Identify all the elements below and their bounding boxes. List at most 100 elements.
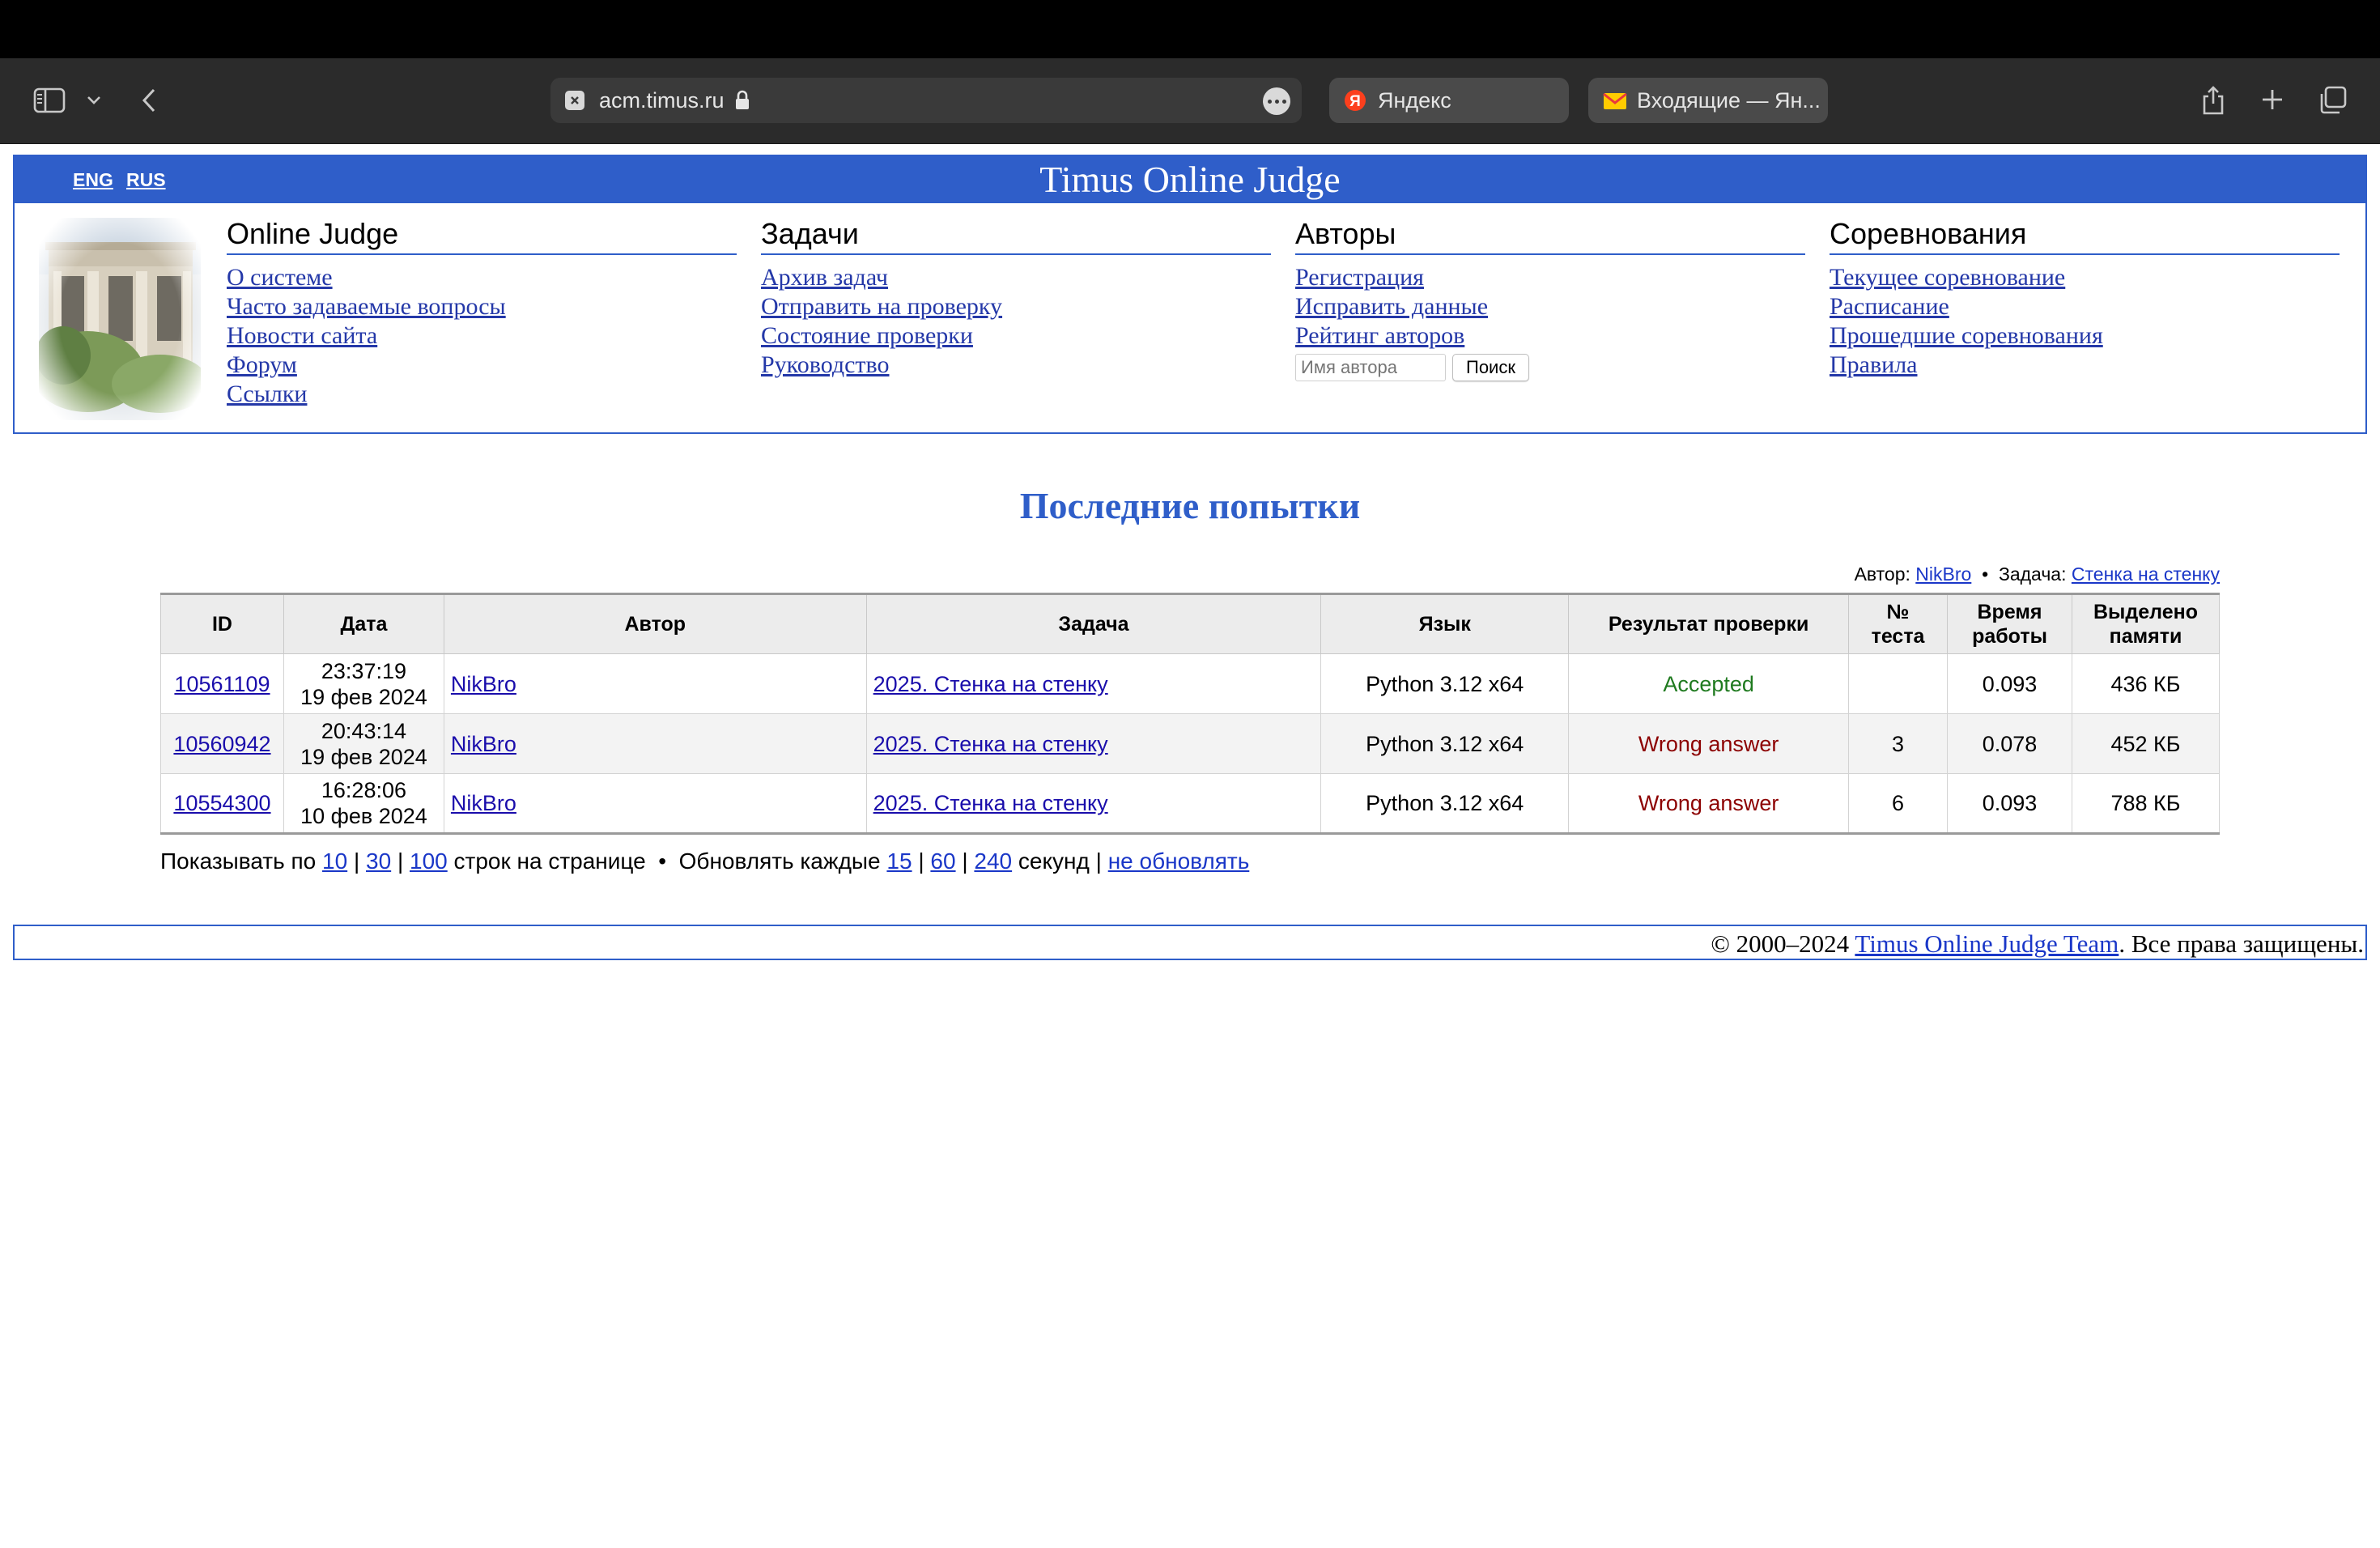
menu-title: Задачи xyxy=(761,213,1271,255)
separator: | xyxy=(353,848,360,874)
separator: | xyxy=(1095,848,1102,874)
test-cell: 6 xyxy=(1848,773,1949,834)
url-text: acm.timus.ru xyxy=(599,88,725,113)
search-button[interactable]: Поиск xyxy=(1452,354,1529,381)
col-author: Автор xyxy=(443,593,867,654)
tab-mail[interactable]: Входящие — Ян... xyxy=(1588,78,1828,123)
svg-text:Я: Я xyxy=(1349,93,1361,110)
filter-author-label: Автор: xyxy=(1854,563,1910,585)
col-verdict: Результат проверки xyxy=(1568,593,1850,654)
link-news[interactable]: Новости сайта xyxy=(227,321,737,351)
bullet-separator: • xyxy=(658,848,667,874)
back-icon[interactable] xyxy=(136,84,162,117)
menu-authors: Авторы Регистрация Исправить данные Рейт… xyxy=(1295,213,1805,456)
run-time-cell: 0.078 xyxy=(1947,713,2072,774)
col-run-time: Время работы xyxy=(1947,593,2072,654)
submission-id-link[interactable]: 10554300 xyxy=(173,791,270,815)
link-about[interactable]: О системе xyxy=(227,263,737,292)
more-options-icon[interactable] xyxy=(1263,87,1290,115)
link-past-contests[interactable]: Прошедшие соревнования xyxy=(1830,321,2340,351)
verdict-cell: Wrong answer xyxy=(1568,713,1850,774)
address-bar[interactable]: acm.timus.ru xyxy=(550,78,1302,123)
author-search-input[interactable] xyxy=(1295,354,1446,381)
submission-date: 16:28:06 10 фев 2024 xyxy=(283,773,444,834)
menu-online-judge: Online Judge О системе Часто задаваемые … xyxy=(227,213,737,409)
col-id: ID xyxy=(160,593,284,654)
submission-date: 20:43:14 19 фев 2024 xyxy=(283,713,444,774)
sidebar-toggle-icon[interactable] xyxy=(31,84,68,117)
link-guide[interactable]: Руководство xyxy=(761,351,1271,380)
link-forum[interactable]: Форум xyxy=(227,351,737,380)
memory-cell: 452 КБ xyxy=(2071,713,2221,774)
refresh-15-link[interactable]: 15 xyxy=(886,848,912,874)
filter-author-link[interactable]: NikBro xyxy=(1915,563,1971,585)
header-bar: ENG RUS Timus Online Judge xyxy=(15,156,2365,203)
separator: | xyxy=(962,848,968,874)
link-status[interactable]: Состояние проверки xyxy=(761,321,1271,351)
link-rules[interactable]: Правила xyxy=(1830,351,2340,380)
site-footer: © 2000–2024 Timus Online Judge Team. Все… xyxy=(13,925,2367,960)
menu-title: Соревнования xyxy=(1830,213,2340,255)
rights-text: . Все права защищены. xyxy=(2119,929,2364,958)
verdict-cell: Wrong answer xyxy=(1568,773,1850,834)
problem-link[interactable]: 2025. Стенка на стенку xyxy=(873,672,1108,696)
copyright-years: © 2000–2024 xyxy=(1711,929,1850,958)
author-link[interactable]: NikBro xyxy=(451,732,516,756)
filter-problem-link[interactable]: Стенка на стенку xyxy=(2072,563,2220,585)
link-author-rating[interactable]: Рейтинг авторов xyxy=(1295,321,1805,351)
copyright-notice: © 2000–2024 Timus Online Judge Team. Все… xyxy=(1711,929,2364,959)
filter-problem-label: Задача: xyxy=(1998,563,2067,585)
problem-link[interactable]: 2025. Стенка на стенку xyxy=(873,791,1108,815)
new-tab-icon[interactable] xyxy=(2259,86,2286,113)
filter-separator: • xyxy=(1982,563,1989,585)
building-logo xyxy=(31,218,209,420)
link-schedule[interactable]: Расписание xyxy=(1830,292,2340,321)
page-size-100-link[interactable]: 100 xyxy=(410,848,448,874)
run-time-cell: 0.093 xyxy=(1947,653,2072,714)
submission-date: 23:37:19 19 фев 2024 xyxy=(283,653,444,714)
menu-title: Авторы xyxy=(1295,213,1805,255)
test-cell: 3 xyxy=(1848,713,1949,774)
table-row: 10554300 16:28:06 10 фев 2024 NikBro 2025… xyxy=(160,773,2221,834)
page-size-10-link[interactable]: 10 xyxy=(322,848,347,874)
no-refresh-link[interactable]: не обновлять xyxy=(1108,848,1250,874)
test-cell xyxy=(1848,653,1949,714)
browser-toolbar: acm.timus.ru Я Яндекс Входящие — Ян... xyxy=(0,58,2380,144)
seconds-label: секунд xyxy=(1018,848,1090,874)
status-filter: Автор: NikBro • Задача: Стенка на стенку xyxy=(1855,563,2220,585)
tab-title: Входящие — Ян... xyxy=(1637,88,1821,113)
memory-cell: 788 КБ xyxy=(2071,773,2221,834)
tab-overview-icon[interactable] xyxy=(2317,84,2349,117)
author-link[interactable]: NikBro xyxy=(451,791,516,815)
submission-id-link[interactable]: 10561109 xyxy=(174,672,270,696)
chevron-down-icon[interactable] xyxy=(84,91,104,110)
col-problem: Задача xyxy=(865,593,1322,654)
link-register[interactable]: Регистрация xyxy=(1295,263,1805,292)
col-test: № теста xyxy=(1848,593,1949,654)
share-icon[interactable] xyxy=(2199,83,2228,118)
lock-icon xyxy=(733,89,751,116)
link-problem-archive[interactable]: Архив задач xyxy=(761,263,1271,292)
menu-title: Online Judge xyxy=(227,213,737,255)
author-link[interactable]: NikBro xyxy=(451,672,516,696)
link-faq[interactable]: Часто задаваемые вопросы xyxy=(227,292,737,321)
tab-yandex[interactable]: Я Яндекс xyxy=(1329,78,1569,123)
link-current-contest[interactable]: Текущее соревнование xyxy=(1830,263,2340,292)
refresh-240-link[interactable]: 240 xyxy=(974,848,1012,874)
col-memory: Выделено памяти xyxy=(2071,593,2221,654)
site-header: ENG RUS Timus Online Judge Online Judge … xyxy=(13,155,2367,434)
language-cell: Python 3.12 x64 xyxy=(1320,773,1570,834)
link-submit[interactable]: Отправить на проверку xyxy=(761,292,1271,321)
menu-problems: Задачи Архив задач Отправить на проверку… xyxy=(761,213,1271,380)
tab-title: Яндекс xyxy=(1378,88,1451,113)
refresh-60-link[interactable]: 60 xyxy=(930,848,955,874)
link-edit-profile[interactable]: Исправить данные xyxy=(1295,292,1805,321)
problem-link[interactable]: 2025. Стенка на стенку xyxy=(873,732,1108,756)
link-links[interactable]: Ссылки xyxy=(227,380,737,409)
page-size-30-link[interactable]: 30 xyxy=(366,848,391,874)
language-cell: Python 3.12 x64 xyxy=(1320,653,1570,714)
team-link[interactable]: Timus Online Judge Team xyxy=(1855,929,2119,958)
submission-id-link[interactable]: 10560942 xyxy=(173,732,270,756)
refresh-label: Обновлять каждые xyxy=(678,848,881,874)
page-title: Последние попытки xyxy=(1019,485,1361,526)
